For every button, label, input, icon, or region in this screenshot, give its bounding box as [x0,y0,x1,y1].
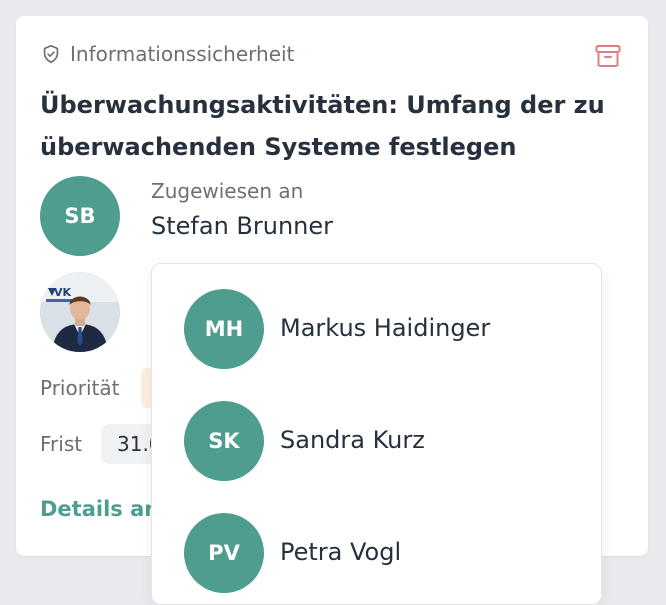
option-avatar: PV [184,513,264,593]
svg-text:VK: VK [54,286,72,299]
assignee-avatar[interactable]: SB [40,176,120,256]
details-link[interactable]: Details anz [40,497,152,521]
option-name: Sandra Kurz [280,426,425,454]
option-avatar: MH [184,289,264,369]
option-name: Markus Haidinger [280,314,491,342]
assignee-option[interactable]: SK Sandra Kurz [152,391,601,491]
assignee-name[interactable]: Stefan Brunner [151,212,333,240]
deadline-label: Frist [40,432,83,456]
assignee-dropdown: MH Markus Haidinger SK Sandra Kurz PV Pe… [151,263,602,605]
category-row: Informationssicherheit [40,42,294,66]
category-label: Informationssicherheit [70,42,295,66]
option-name: Petra Vogl [280,538,402,566]
assignee-option[interactable]: MH Markus Haidinger [152,279,601,379]
priority-label: Priorität [40,376,120,400]
user-photo-avatar: VK [40,272,120,352]
assignee-option[interactable]: PV Petra Vogl [152,503,601,603]
assigned-to-label: Zugewiesen an [151,179,304,203]
archive-icon[interactable] [594,42,622,70]
option-avatar: SK [184,401,264,481]
shield-check-icon [40,43,62,65]
task-title: Überwachungsaktivitäten: Umfang der zu ü… [40,91,605,161]
